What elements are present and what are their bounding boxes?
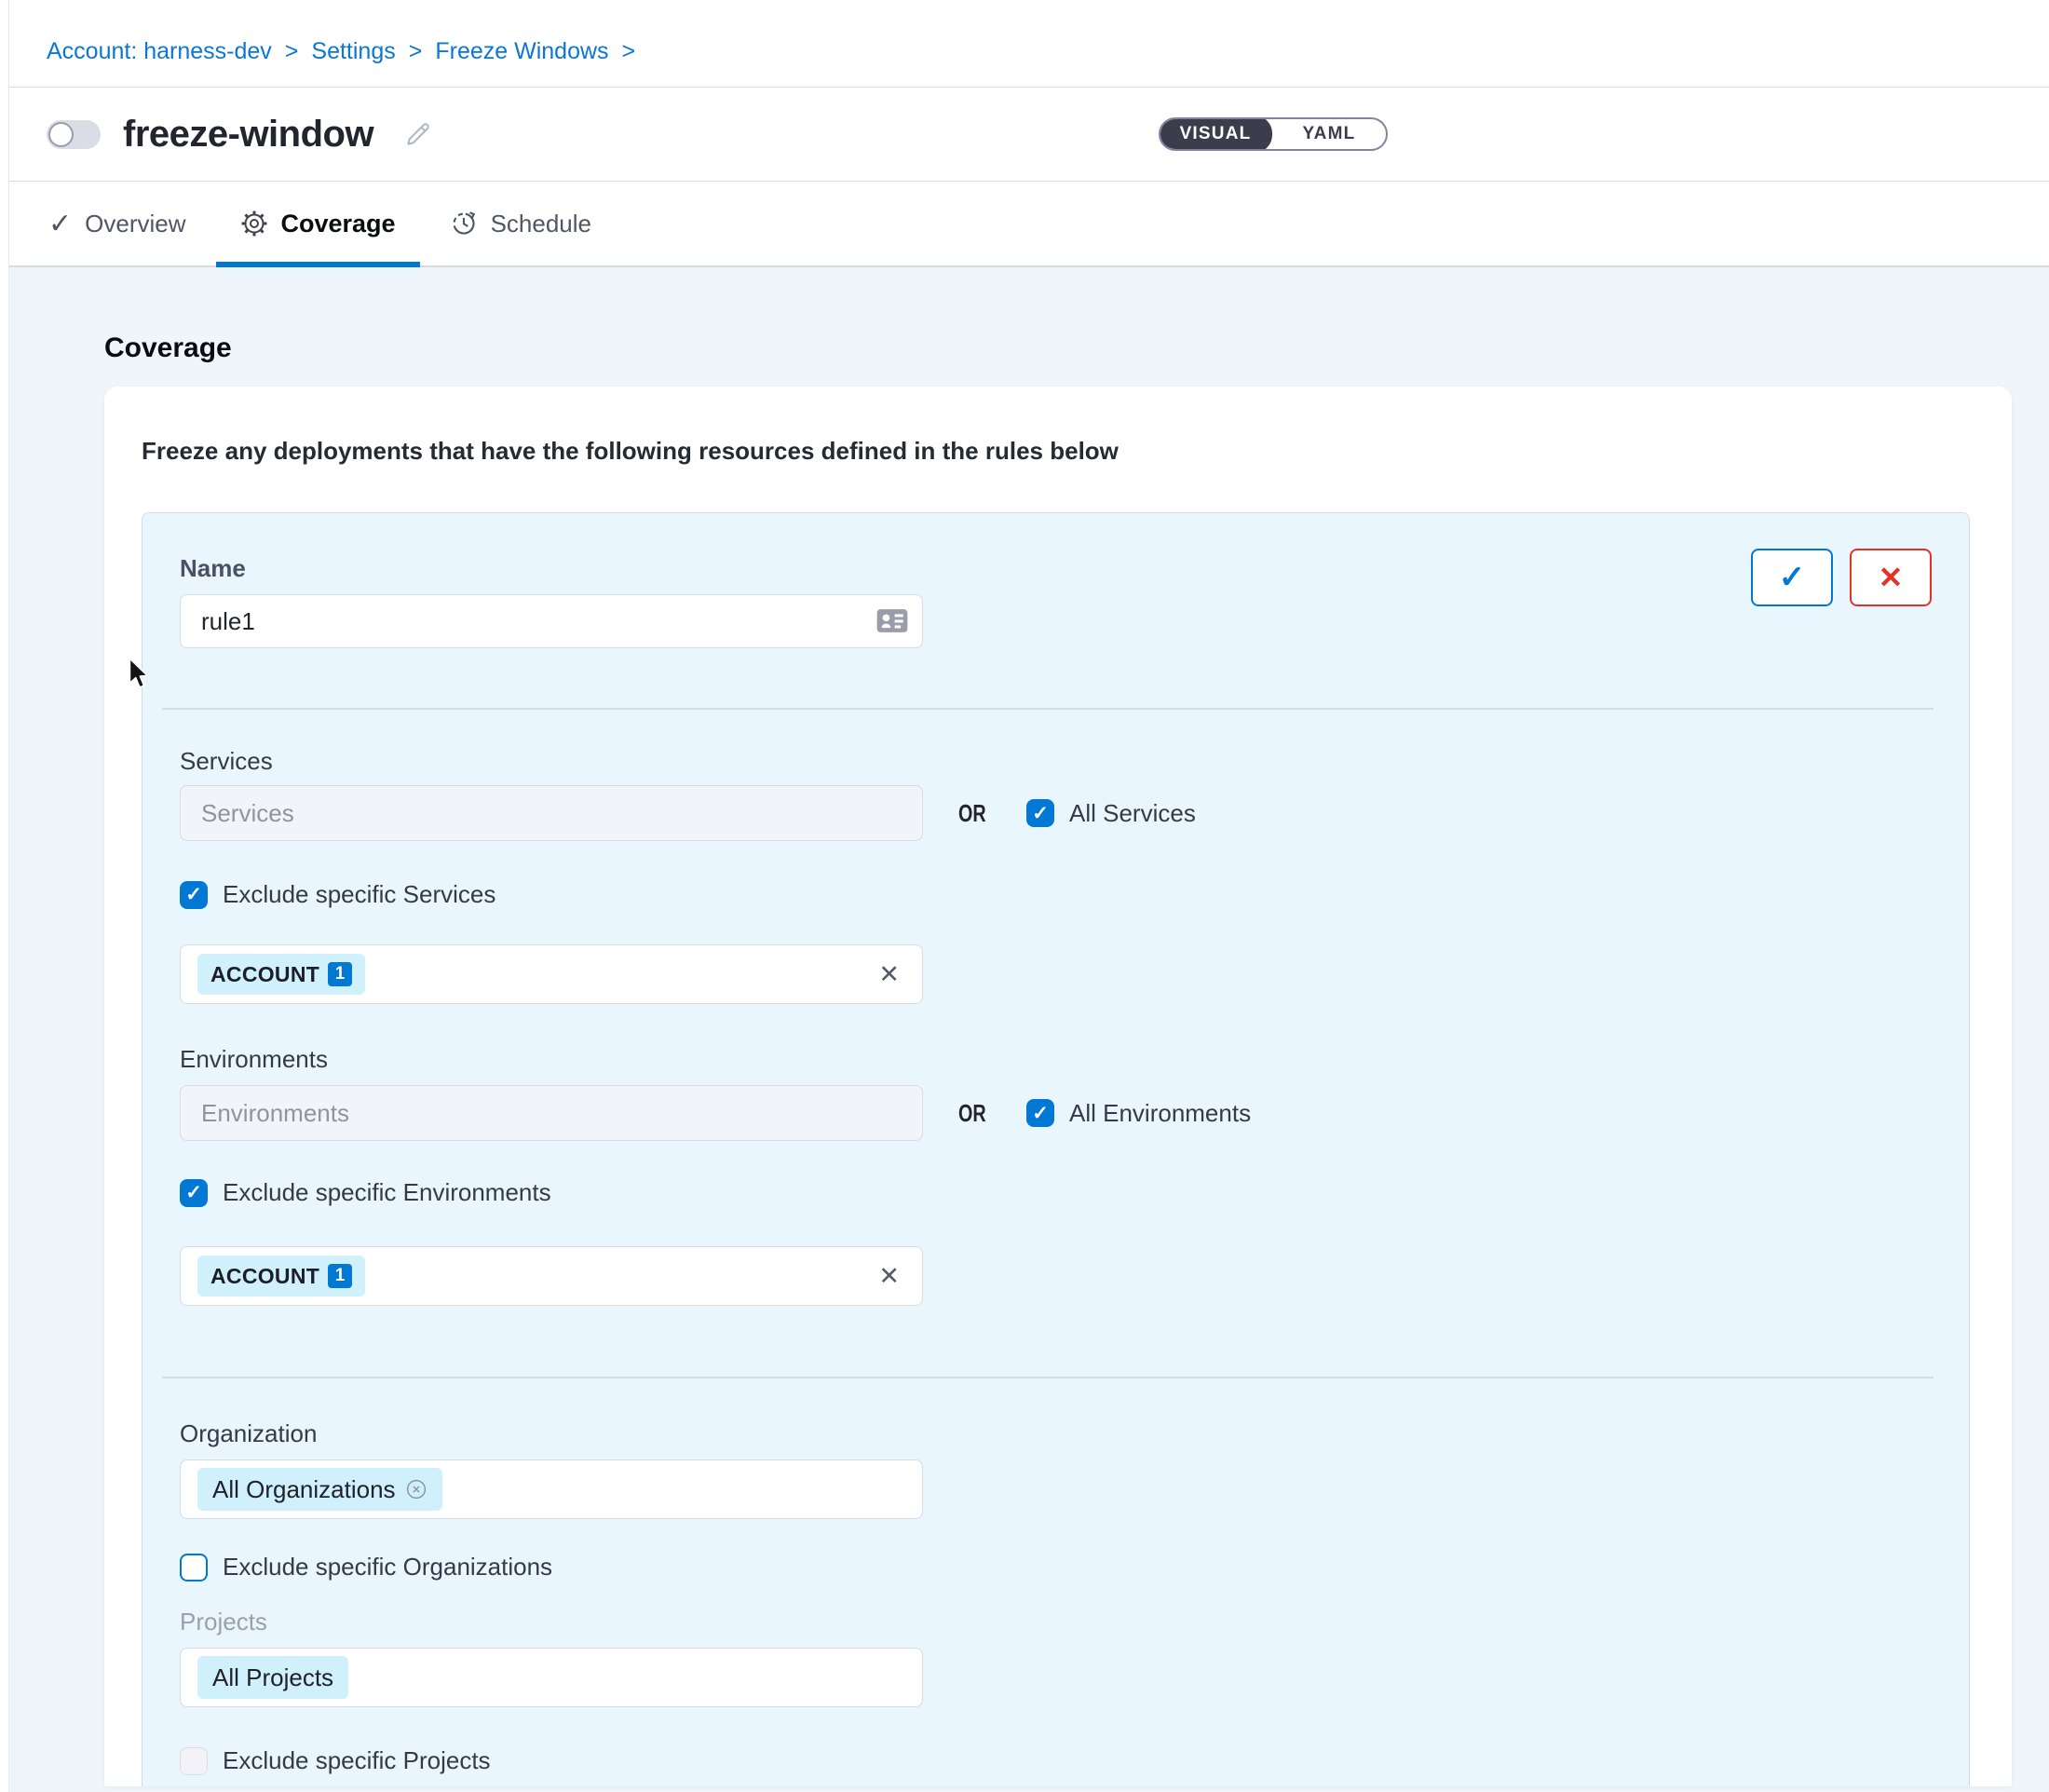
breadcrumb-account-link[interactable]: Account: harness-dev xyxy=(47,38,272,65)
check-icon: ✓ xyxy=(1779,559,1806,596)
excluded-services-input[interactable]: ACCOUNT 1 ✕ xyxy=(180,944,923,1004)
rule-header-row: Name xyxy=(180,554,1932,648)
check-icon: ✓ xyxy=(1032,1104,1049,1123)
coverage-page: Coverage Freeze any deployments that hav… xyxy=(0,267,2049,1786)
check-icon: ✓ xyxy=(48,208,72,240)
environments-row: OR ✓ All Environments xyxy=(180,1085,1932,1141)
remove-organizations-icon[interactable] xyxy=(405,1478,427,1500)
discard-rule-button[interactable]: ✕ xyxy=(1850,549,1932,606)
gear-icon xyxy=(240,210,268,238)
edit-id-icon[interactable] xyxy=(876,608,908,638)
section-divider xyxy=(162,1377,1934,1378)
chip-label: All Organizations xyxy=(212,1475,396,1504)
excluded-environments-input[interactable]: ACCOUNT 1 ✕ xyxy=(180,1246,923,1306)
chip-scope-label: ACCOUNT xyxy=(210,962,319,987)
section-divider xyxy=(162,708,1934,710)
tab-overview-label: Overview xyxy=(85,210,185,238)
exclude-services-checkbox[interactable]: ✓ xyxy=(180,881,208,909)
services-row: OR ✓ All Services xyxy=(180,785,1932,841)
check-icon: ✓ xyxy=(1032,804,1049,823)
coverage-description: Freeze any deployments that have the fol… xyxy=(142,437,1974,466)
check-icon: ✓ xyxy=(185,1183,202,1202)
tab-coverage[interactable]: Coverage xyxy=(216,182,420,265)
tab-schedule[interactable]: Schedule xyxy=(450,182,591,265)
tab-overview[interactable]: ✓ Overview xyxy=(48,182,186,265)
close-icon: ✕ xyxy=(1879,560,1904,595)
excluded-services-chip: ACCOUNT 1 xyxy=(197,954,365,995)
tab-coverage-label: Coverage xyxy=(281,210,396,238)
schedule-clock-icon xyxy=(450,210,478,238)
services-label: Services xyxy=(180,747,1932,776)
breadcrumb-separator: > xyxy=(409,38,423,65)
rule-name-input[interactable] xyxy=(180,594,923,648)
excluded-environments-chip: ACCOUNT 1 xyxy=(197,1256,365,1296)
rule-actions: ✓ ✕ xyxy=(1751,549,1932,606)
all-organizations-chip: All Organizations xyxy=(197,1468,442,1511)
chip-scope-label: ACCOUNT xyxy=(210,1264,319,1289)
exclude-services-label: Exclude specific Services xyxy=(223,880,495,909)
toggle-knob xyxy=(48,122,74,147)
left-edge-rail xyxy=(0,0,9,1792)
chip-count-badge: 1 xyxy=(328,962,352,986)
apply-rule-button[interactable]: ✓ xyxy=(1751,549,1833,606)
or-label: OR xyxy=(958,1099,986,1128)
breadcrumb: Account: harness-dev > Settings > Freeze… xyxy=(0,0,2049,88)
all-services-checkbox[interactable]: ✓ xyxy=(1026,799,1054,827)
tab-bar: ✓ Overview Coverage xyxy=(0,182,2049,267)
projects-input: All Projects xyxy=(180,1648,923,1707)
exclude-organizations-label: Exclude specific Organizations xyxy=(223,1553,552,1582)
check-icon: ✓ xyxy=(185,885,202,904)
page-title: freeze-window xyxy=(123,114,373,156)
page-header: Account: harness-dev > Settings > Freeze… xyxy=(0,0,2049,267)
edit-pencil-icon[interactable] xyxy=(403,119,433,149)
exclude-projects-row: Exclude specific Projects xyxy=(180,1746,1932,1775)
exclude-organizations-checkbox[interactable] xyxy=(180,1554,208,1582)
clear-excluded-services-icon[interactable]: ✕ xyxy=(878,962,900,987)
exclude-projects-label: Exclude specific Projects xyxy=(223,1746,491,1775)
coverage-card: Freeze any deployments that have the fol… xyxy=(104,387,2012,1786)
tab-schedule-label: Schedule xyxy=(491,210,591,238)
organization-label: Organization xyxy=(180,1419,1932,1448)
title-row: freeze-window VISUAL YAML xyxy=(0,88,2049,182)
projects-label: Projects xyxy=(180,1608,1932,1636)
exclude-projects-checkbox xyxy=(180,1747,208,1775)
breadcrumb-freeze-windows-link[interactable]: Freeze Windows xyxy=(435,38,608,65)
services-input xyxy=(180,785,923,841)
exclude-environments-checkbox[interactable]: ✓ xyxy=(180,1179,208,1207)
all-environments-checkbox[interactable]: ✓ xyxy=(1026,1099,1054,1127)
or-label: OR xyxy=(958,799,986,828)
chip-count-badge: 1 xyxy=(328,1264,352,1288)
exclude-organizations-row: Exclude specific Organizations xyxy=(180,1553,1932,1582)
all-services-label: All Services xyxy=(1069,799,1196,828)
yaml-mode-button[interactable]: YAML xyxy=(1272,117,1386,151)
all-projects-chip: All Projects xyxy=(197,1656,348,1699)
visual-yaml-toggle: VISUAL YAML xyxy=(1159,117,1388,151)
clear-excluded-environments-icon[interactable]: ✕ xyxy=(878,1264,900,1289)
breadcrumb-separator: > xyxy=(622,38,636,65)
name-label: Name xyxy=(180,554,923,583)
breadcrumb-settings-link[interactable]: Settings xyxy=(311,38,395,65)
environments-input xyxy=(180,1085,923,1141)
exclude-environments-row: ✓ Exclude specific Environments xyxy=(180,1178,1932,1207)
all-environments-label: All Environments xyxy=(1069,1099,1251,1128)
section-title: Coverage xyxy=(104,267,2049,364)
exclude-services-row: ✓ Exclude specific Services xyxy=(180,880,1932,909)
freeze-rule-card: Name xyxy=(142,512,1970,1786)
visual-mode-button[interactable]: VISUAL xyxy=(1159,117,1272,151)
exclude-environments-label: Exclude specific Environments xyxy=(223,1178,551,1207)
breadcrumb-separator: > xyxy=(285,38,299,65)
organization-input[interactable]: All Organizations xyxy=(180,1459,923,1519)
chip-label: All Projects xyxy=(212,1663,333,1692)
freeze-enable-toggle[interactable] xyxy=(47,120,101,149)
rule-name-field: Name xyxy=(180,554,923,648)
environments-label: Environments xyxy=(180,1045,1932,1074)
